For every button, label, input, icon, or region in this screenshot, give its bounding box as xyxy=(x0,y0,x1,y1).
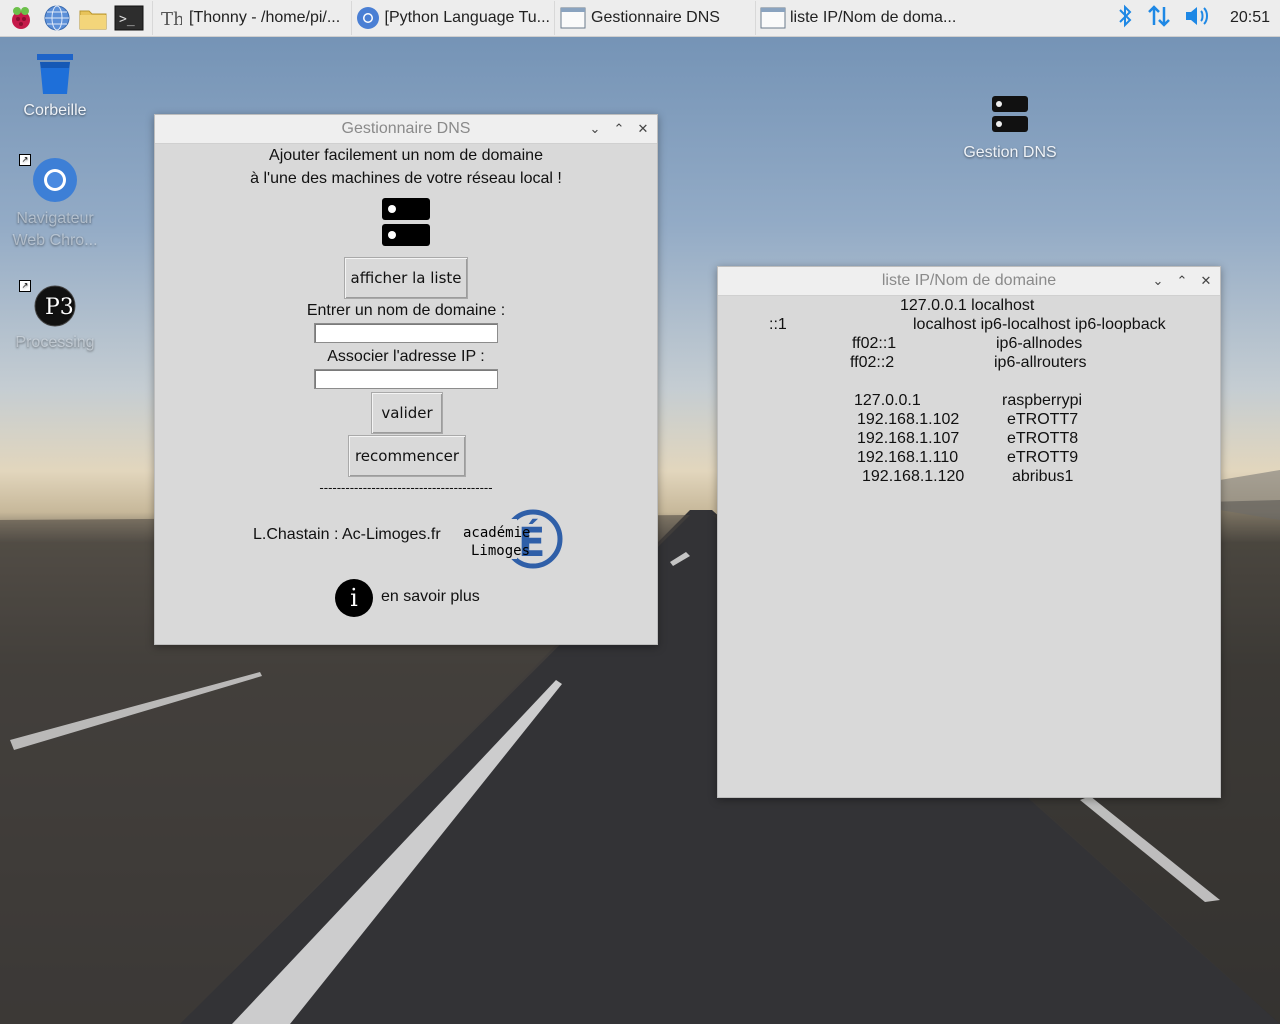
volume-icon[interactable] xyxy=(1184,4,1212,33)
logo-text-line-2: Limoges xyxy=(471,543,530,559)
taskbar: >_ Th [Thonny - /home/pi/... [Python Lan… xyxy=(0,0,1280,37)
desktop-icon-label: Corbeille xyxy=(23,102,87,119)
domain-input[interactable] xyxy=(314,323,498,343)
hosts-line: ip6-allnodes xyxy=(996,335,1083,352)
desktop-icon-gestion-dns[interactable]: Gestion DNS xyxy=(955,92,1065,162)
desktop-icon-trash[interactable]: Corbeille xyxy=(0,50,110,120)
reset-button[interactable]: recommencer xyxy=(348,435,466,477)
hosts-line: 127.0.0.1 xyxy=(854,392,921,409)
task-gestionnaire-dns[interactable]: Gestionnaire DNS xyxy=(554,1,755,35)
intro-line-2: à l'une des machines de votre réseau loc… xyxy=(250,170,562,187)
task-thonny[interactable]: Th [Thonny - /home/pi/... xyxy=(152,1,351,35)
task-label: Gestionnaire DNS xyxy=(591,9,720,26)
separator-line: ---------------------------------------- xyxy=(319,480,493,495)
hosts-line: 127.0.0.1 localhost xyxy=(900,297,1035,314)
info-label[interactable]: en savoir plus xyxy=(381,588,480,606)
domain-label: Entrer un nom de domaine : xyxy=(306,302,506,319)
window-title: Gestionnaire DNS xyxy=(341,120,471,137)
server-icon xyxy=(382,198,430,251)
hosts-line: ff02::2 xyxy=(850,354,895,371)
desktop-icon-label: Gestion DNS xyxy=(963,144,1057,161)
hosts-line: 192.168.1.107 xyxy=(857,430,960,447)
hosts-line: eTROTT8 xyxy=(1007,430,1079,447)
thonny-icon: Th xyxy=(157,4,185,32)
hosts-line: 192.168.1.110 xyxy=(857,449,959,466)
network-icon[interactable] xyxy=(1146,3,1172,34)
hosts-line: raspberrypi xyxy=(1002,392,1083,409)
window-title: liste IP/Nom de domaine xyxy=(881,272,1057,289)
processing-icon: P3 ↗ xyxy=(19,280,79,330)
desktop-icon-label: Navigateur Web Chro... xyxy=(12,210,98,249)
hosts-line: eTROTT7 xyxy=(1007,411,1079,428)
trash-icon xyxy=(31,50,79,98)
desktop-icon-chromium[interactable]: ↗ Navigateur Web Chro... xyxy=(0,154,110,252)
logo-text-line-1: académie xyxy=(463,525,530,541)
task-label: [Python Language Tu... xyxy=(384,9,550,26)
raspberry-menu-icon[interactable] xyxy=(6,3,36,33)
ip-input[interactable] xyxy=(314,369,498,389)
hosts-line: localhost ip6-localhost ip6-loopback xyxy=(913,316,1166,333)
maximize-icon[interactable]: ⌃ xyxy=(613,122,625,135)
hosts-line: ff02::1 xyxy=(852,335,897,352)
minimize-icon[interactable]: ⌄ xyxy=(1152,274,1164,287)
hosts-line: abribus1 xyxy=(1012,468,1074,485)
terminal-icon[interactable]: >_ xyxy=(114,3,144,33)
clock[interactable]: 20:51 xyxy=(1230,9,1270,27)
show-list-button[interactable]: afficher la liste xyxy=(344,257,468,299)
dns-manager-body: Ajouter facilement un nom de domaine à l… xyxy=(155,144,657,644)
shortcut-arrow-icon: ↗ xyxy=(19,154,31,166)
web-browser-icon[interactable] xyxy=(42,3,72,33)
hosts-line: 192.168.1.102 xyxy=(857,411,960,428)
task-label: liste IP/Nom de doma... xyxy=(790,9,957,26)
chromium-icon: ↗ xyxy=(19,154,79,204)
credit-text: L.Chastain : Ac-Limoges.fr xyxy=(253,526,441,543)
task-label: [Thonny - /home/pi/... xyxy=(189,9,341,26)
window-icon xyxy=(559,4,587,32)
intro-line-1: Ajouter facilement un nom de domaine xyxy=(269,147,543,164)
desktop-icon-processing[interactable]: P3 ↗ Processing xyxy=(0,280,110,352)
svg-text:>_: >_ xyxy=(119,12,135,27)
window-icon xyxy=(760,4,786,32)
svg-text:P3: P3 xyxy=(45,295,74,320)
ip-list-window: liste IP/Nom de domaine ⌄ ⌃ ✕ 127.0.0.1 … xyxy=(717,266,1221,798)
hosts-line: eTROTT9 xyxy=(1007,449,1079,466)
file-manager-icon[interactable] xyxy=(78,3,108,33)
dns-manager-window: Gestionnaire DNS ⌄ ⌃ ✕ Ajouter facilemen… xyxy=(154,114,658,645)
window-titlebar[interactable]: Gestionnaire DNS ⌄ ⌃ ✕ xyxy=(155,115,657,144)
svg-text:Th: Th xyxy=(161,9,182,29)
server-icon xyxy=(986,92,1034,140)
ip-label: Associer l'adresse IP : xyxy=(327,348,485,365)
maximize-icon[interactable]: ⌃ xyxy=(1176,274,1188,287)
task-chromium[interactable]: [Python Language Tu... xyxy=(351,1,554,35)
close-icon[interactable]: ✕ xyxy=(1200,274,1212,287)
hosts-line: 192.168.1.120 xyxy=(862,468,965,485)
hosts-list: 127.0.0.1 localhost ::1 localhost ip6-lo… xyxy=(718,296,1220,796)
info-icon[interactable]: i xyxy=(335,579,373,617)
task-liste-ip[interactable]: liste IP/Nom de doma... xyxy=(755,1,960,35)
hosts-line: ::1 xyxy=(769,316,787,333)
academie-limoges-logo: É académie Limoges xyxy=(463,499,563,571)
system-tray: 20:51 xyxy=(1116,0,1270,36)
hosts-line: ip6-allrouters xyxy=(994,354,1087,371)
desktop-icon-label: Processing xyxy=(15,334,95,351)
close-icon[interactable]: ✕ xyxy=(637,122,649,135)
shortcut-arrow-icon: ↗ xyxy=(19,280,31,292)
minimize-icon[interactable]: ⌄ xyxy=(589,122,601,135)
validate-button[interactable]: valider xyxy=(371,392,443,434)
bluetooth-icon[interactable] xyxy=(1116,3,1134,34)
chromium-icon xyxy=(356,4,381,32)
window-titlebar[interactable]: liste IP/Nom de domaine ⌄ ⌃ ✕ xyxy=(718,267,1220,296)
